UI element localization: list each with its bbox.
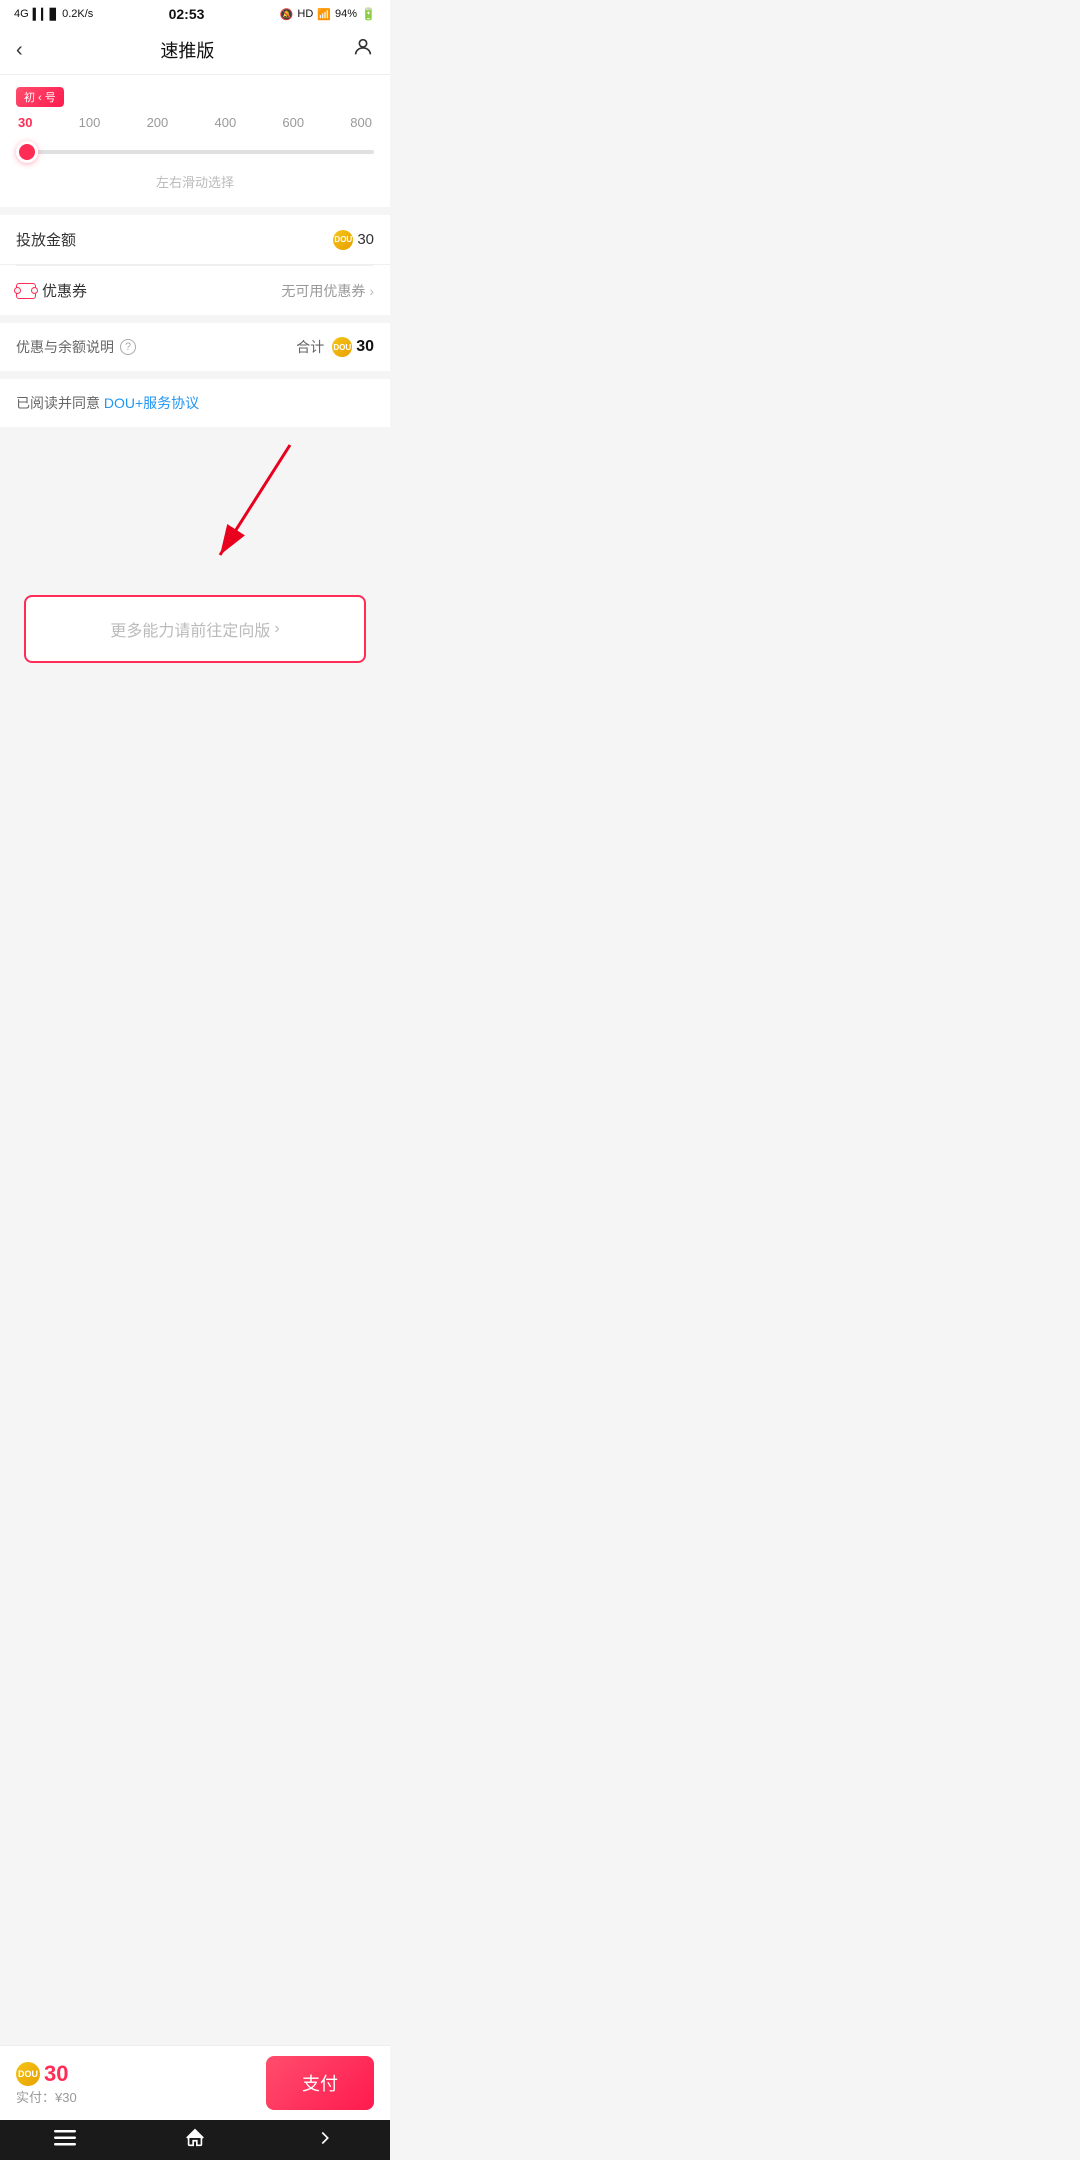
bottom-spacer <box>0 683 390 783</box>
bottom-bar: DOU 30 实付：¥30 支付 <box>0 2045 390 2120</box>
nav-home-button[interactable] <box>184 2127 206 2154</box>
summary-left: 优惠与余额说明 ? <box>16 337 136 357</box>
red-arrow-svg <box>0 435 390 595</box>
dou-coin-icon: DOU <box>333 230 353 250</box>
slider-tag: 初 ‹ 号 <box>16 87 64 107</box>
more-button-wrap: 更多能力请前往定向版 › <box>0 595 390 683</box>
bottom-price-main: DOU 30 <box>16 2061 77 2087</box>
coupon-chevron: › <box>369 283 374 299</box>
coupon-icon <box>16 283 36 299</box>
network-label: 4G <box>14 8 29 20</box>
summary-section: 优惠与余额说明 ? 合计 DOU 30 <box>0 323 390 371</box>
status-bar: 4G ▍▎▊ 0.2K/s 02:53 🔕 HD 📶 94% 🔋 <box>0 0 390 26</box>
total-label: 合计 <box>296 337 324 357</box>
coupon-label: 优惠券 <box>16 280 87 301</box>
slider-label-800: 800 <box>350 115 372 130</box>
summary-right: 合计 DOU 30 <box>296 337 374 357</box>
status-left: 4G ▍▎▊ 0.2K/s <box>14 8 93 21</box>
profile-icon[interactable] <box>352 36 374 64</box>
agreement-prefix: 已阅读并同意 <box>16 395 104 411</box>
nav-menu-button[interactable] <box>54 2130 76 2151</box>
slider-track <box>16 150 374 154</box>
amount-row: 投放金额 DOU 30 <box>0 215 390 265</box>
pay-button[interactable]: 支付 <box>266 2056 374 2110</box>
slider-label-100: 100 <box>79 115 101 130</box>
more-button[interactable]: 更多能力请前往定向版 › <box>24 595 366 663</box>
battery-icon: 🔋 <box>361 7 376 21</box>
coupon-text: 优惠券 <box>42 280 87 301</box>
speed-label: 0.2K/s <box>62 8 93 20</box>
annotation-area <box>0 435 390 595</box>
summary-amount: 30 <box>356 338 374 356</box>
nav-bar <box>0 2120 390 2160</box>
wifi-icon: 📶 <box>317 8 331 21</box>
bottom-dou-coin: DOU <box>16 2062 40 2086</box>
coupon-row[interactable]: 优惠券 无可用优惠券 › <box>0 266 390 315</box>
alarm-icon: 🔕 <box>280 8 294 21</box>
help-icon[interactable]: ? <box>120 339 136 355</box>
slider-label-600: 600 <box>282 115 304 130</box>
slider-label-400: 400 <box>214 115 236 130</box>
slider-label-200: 200 <box>147 115 169 130</box>
signal-bars: ▍▎▊ <box>33 8 58 21</box>
slider-label-30: 30 <box>18 115 32 130</box>
slider-hint: 左右滑动选择 <box>16 172 374 191</box>
header: ‹ 速推版 <box>0 26 390 75</box>
slider-track-wrap[interactable] <box>16 140 374 164</box>
agreement-section: 已阅读并同意 DOU+服务协议 <box>0 379 390 427</box>
page-title: 速推版 <box>160 37 214 63</box>
slider-thumb[interactable] <box>16 141 38 163</box>
bottom-actual: 实付：¥30 <box>16 2087 77 2106</box>
slider-section: 初 ‹ 号 30 100 200 400 600 800 左右滑动选择 <box>0 75 390 207</box>
more-button-text: 更多能力请前往定向版 <box>110 617 270 641</box>
hd-label: HD <box>297 8 313 20</box>
summary-desc-label: 优惠与余额说明 <box>16 337 114 357</box>
more-button-chevron: › <box>274 620 279 638</box>
status-right: 🔕 HD 📶 94% 🔋 <box>280 7 376 21</box>
no-coupon-text: 无可用优惠券 <box>281 281 365 301</box>
agreement-link[interactable]: DOU+服务协议 <box>104 395 199 411</box>
time-label: 02:53 <box>169 6 205 22</box>
nav-back-button[interactable] <box>314 2127 336 2154</box>
info-section: 投放金额 DOU 30 优惠券 无可用优惠券 › <box>0 215 390 315</box>
summary-dou-coin: DOU <box>332 337 352 357</box>
bottom-price-area: DOU 30 实付：¥30 <box>16 2061 77 2106</box>
amount-number: 30 <box>357 231 374 248</box>
slider-labels: 30 100 200 400 600 800 <box>16 115 374 130</box>
back-button[interactable]: ‹ <box>16 39 23 62</box>
bottom-amount: 30 <box>44 2061 68 2087</box>
amount-value: DOU 30 <box>333 230 374 250</box>
battery-label: 94% <box>335 8 357 20</box>
amount-label: 投放金额 <box>16 229 76 250</box>
coupon-value: 无可用优惠券 › <box>281 281 374 301</box>
